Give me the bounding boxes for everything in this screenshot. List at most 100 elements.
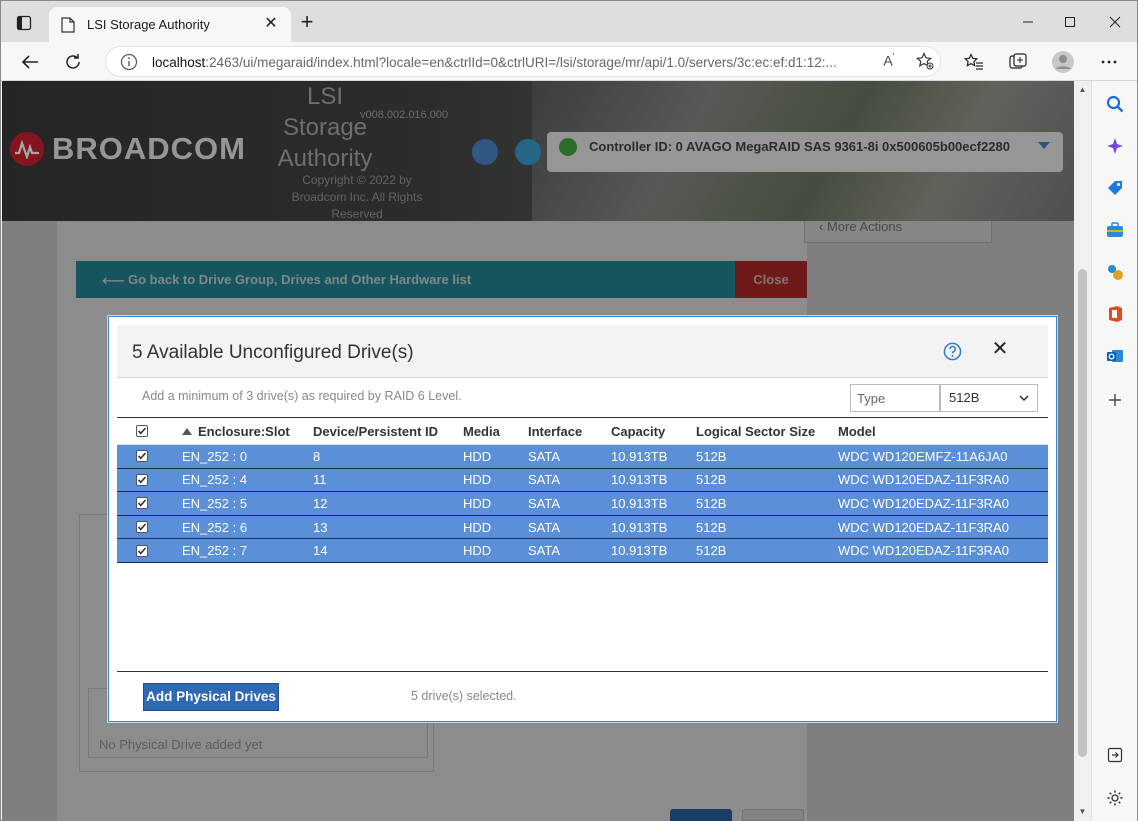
cell-model: WDC WD120EMFZ-11A6JA0 [838, 448, 1008, 464]
cell-sector-size: 512B [696, 543, 727, 559]
table-row[interactable]: EN_252 : 7 14 HDD SATA 10.913TB 512B WDC WD120… [117, 539, 1048, 563]
row-checkbox[interactable] [136, 445, 148, 468]
selection-count: 5 drive(s) selected. [411, 689, 517, 703]
favorites-icon[interactable] [960, 48, 988, 76]
close-dialog-icon[interactable]: ✕ [990, 339, 1010, 359]
column-model[interactable]: Model [838, 418, 876, 444]
outlook-icon[interactable] [1104, 345, 1126, 367]
add-sidebar-icon[interactable] [1104, 389, 1126, 411]
cell-model: WDC WD120EDAZ-11F3RA0 [838, 543, 1009, 559]
tab-title: LSI Storage Authority [87, 17, 210, 32]
row-checkbox[interactable] [136, 539, 148, 562]
office-icon[interactable] [1104, 303, 1126, 325]
cell-media: HDD [463, 472, 492, 488]
cell-device-id: 13 [313, 519, 328, 535]
more-menu-icon[interactable] [1095, 48, 1123, 76]
column-capacity[interactable]: Capacity [611, 418, 665, 444]
type-filter-input[interactable]: Type [850, 384, 940, 412]
browser-toolbar: localhost:2463/ui/megaraid/index.html?lo… [1, 42, 1137, 81]
search-icon[interactable] [1104, 93, 1126, 115]
maximize-icon[interactable] [1055, 10, 1085, 34]
row-checkbox[interactable] [136, 516, 148, 539]
cell-media: HDD [463, 519, 492, 535]
cell-enclosure-slot: EN_252 : 6 [182, 519, 248, 535]
collections-icon[interactable] [1004, 48, 1032, 76]
cell-enclosure-slot: EN_252 : 7 [182, 543, 248, 559]
cell-enclosure-slot: EN_252 : 0 [182, 448, 248, 464]
select-all-checkbox[interactable] [136, 418, 148, 444]
web-page: BROADCOM LSI Storage Authority v008.002.… [2, 81, 1074, 821]
cell-capacity: 10.913TB [611, 448, 668, 464]
cell-interface: SATA [528, 448, 561, 464]
table-row[interactable]: EN_252 : 5 12 HDD SATA 10.913TB 512B WDC WD120… [117, 492, 1048, 516]
raid-hint: Add a minimum of 3 drive(s) as required … [142, 389, 462, 403]
cell-capacity: 10.913TB [611, 519, 668, 535]
scroll-down-icon[interactable]: ▼ [1077, 807, 1088, 817]
browser-tab[interactable]: LSI Storage Authority ✕ [49, 7, 291, 42]
column-sector-size[interactable]: Logical Sector Size [696, 418, 815, 444]
cell-device-id: 12 [313, 495, 328, 511]
sector-size-select[interactable]: 512B [940, 384, 1038, 412]
dialog-title: 5 Available Unconfigured Drive(s) [132, 342, 414, 363]
column-device-id[interactable]: Device/Persistent ID [313, 418, 438, 444]
cell-device-id: 11 [313, 472, 327, 488]
games-icon[interactable] [1104, 261, 1126, 283]
table-row[interactable]: EN_252 : 4 11 HDD SATA 10.913TB 512B WDC WD120… [117, 468, 1048, 493]
column-enclosure-slot[interactable]: Enclosure:Slot [182, 418, 290, 444]
cell-media: HDD [463, 448, 492, 464]
scroll-up-icon[interactable]: ▲ [1077, 85, 1088, 95]
cell-device-id: 8 [313, 448, 321, 464]
minimize-icon[interactable] [1013, 10, 1043, 34]
url-text[interactable]: localhost:2463/ui/megaraid/index.html?lo… [152, 55, 872, 70]
unconfigured-drives-dialog: 5 Available Unconfigured Drive(s) ✕ Add … [108, 316, 1057, 722]
cell-interface: SATA [528, 519, 561, 535]
sort-up-icon [182, 427, 192, 435]
cell-sector-size: 512B [696, 495, 727, 511]
tools-icon[interactable] [1104, 219, 1126, 241]
address-bar[interactable]: localhost:2463/ui/megaraid/index.html?lo… [105, 46, 941, 77]
hide-sidebar-icon[interactable] [1104, 744, 1126, 766]
cell-enclosure-slot: EN_252 : 4 [182, 472, 248, 488]
info-icon[interactable] [120, 53, 138, 71]
cell-capacity: 10.913TB [611, 472, 668, 488]
shopping-tag-icon[interactable] [1104, 177, 1126, 199]
cell-model: WDC WD120EDAZ-11F3RA0 [838, 495, 1009, 511]
scrollbar-thumb[interactable] [1078, 269, 1087, 757]
row-checkbox[interactable] [136, 469, 148, 492]
close-tab-icon[interactable]: ✕ [261, 14, 281, 34]
cell-interface: SATA [528, 495, 561, 511]
new-tab-icon[interactable]: + [297, 11, 317, 33]
settings-gear-icon[interactable] [1104, 787, 1126, 809]
cell-sector-size: 512B [696, 472, 727, 488]
footer-divider [117, 671, 1048, 672]
add-physical-drives-button[interactable]: Add Physical Drives [143, 683, 279, 711]
column-media[interactable]: Media [463, 418, 500, 444]
tab-actions-icon[interactable] [11, 10, 37, 36]
profile-avatar[interactable] [1049, 48, 1077, 76]
add-favorite-icon[interactable] [914, 52, 936, 72]
refresh-icon[interactable] [59, 48, 87, 76]
column-interface[interactable]: Interface [528, 418, 582, 444]
table-header: Enclosure:Slot Device/Persistent ID Medi… [117, 417, 1048, 445]
copilot-icon[interactable] [1104, 135, 1126, 157]
cell-sector-size: 512B [696, 519, 727, 535]
modal-backdrop-top [2, 81, 1074, 221]
page-icon [61, 17, 75, 33]
cell-media: HDD [463, 495, 492, 511]
read-aloud-icon[interactable]: Aʼ [878, 52, 900, 72]
cell-media: HDD [463, 543, 492, 559]
tab-bar: LSI Storage Authority ✕ + [1, 1, 1137, 42]
help-icon[interactable] [943, 342, 962, 361]
table-row[interactable]: EN_252 : 6 13 HDD SATA 10.913TB 512B WDC WD120… [117, 515, 1048, 540]
cell-enclosure-slot: EN_252 : 5 [182, 495, 248, 511]
cell-interface: SATA [528, 472, 561, 488]
back-arrow-icon[interactable] [16, 48, 44, 76]
table-row[interactable]: EN_252 : 0 8 HDD SATA 10.913TB 512B WDC WD120E… [117, 445, 1048, 469]
row-checkbox[interactable] [136, 492, 148, 515]
cell-model: WDC WD120EDAZ-11F3RA0 [838, 519, 1009, 535]
close-window-icon[interactable] [1100, 10, 1130, 34]
drives-table: Enclosure:Slot Device/Persistent ID Medi… [117, 417, 1048, 563]
edge-sidebar [1091, 81, 1137, 821]
cell-capacity: 10.913TB [611, 543, 668, 559]
page-scrollbar[interactable]: ▲ ▼ [1074, 81, 1091, 821]
